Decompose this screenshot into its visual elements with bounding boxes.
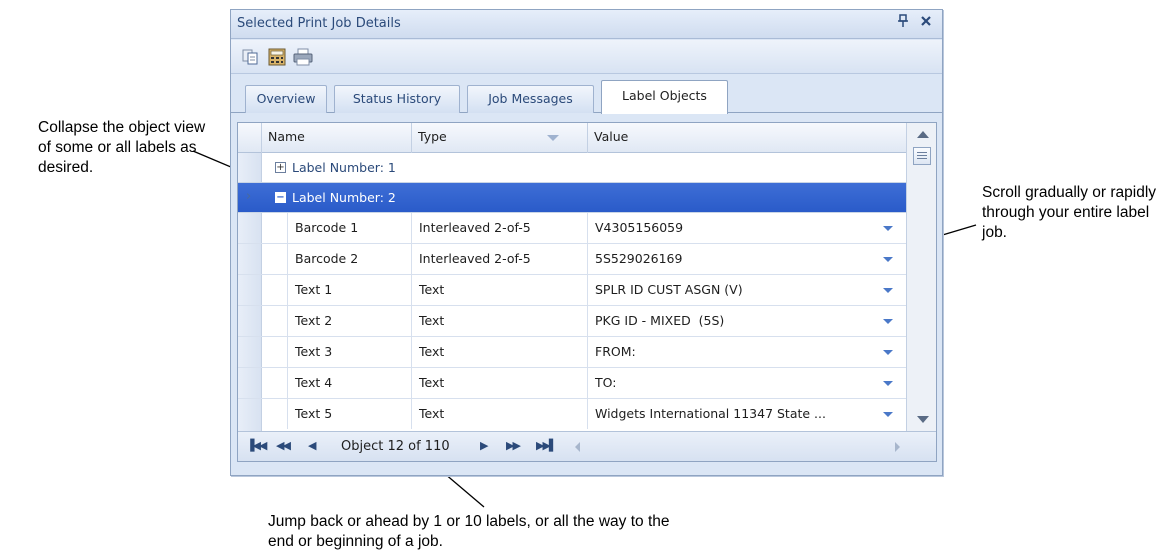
cell-value[interactable]: V4305156059 — [588, 213, 876, 243]
pin-icon[interactable] — [895, 14, 911, 32]
dropdown-arrow-icon[interactable] — [883, 319, 893, 324]
callout-collapse: Collapse the object view of some or all … — [38, 119, 206, 176]
record-position: Object 12 of 110 — [341, 439, 450, 454]
cell-type: Text — [412, 337, 588, 367]
scroll-up-icon[interactable] — [917, 131, 929, 138]
cell-value[interactable]: SPLR ID CUST ASGN (V) — [588, 275, 876, 305]
scroll-left-icon[interactable] — [575, 442, 580, 452]
cell-type: Text — [412, 275, 588, 305]
copy-icon[interactable] — [241, 48, 261, 66]
collapse-icon[interactable]: − — [275, 192, 286, 203]
cell-value[interactable]: FROM: — [588, 337, 876, 367]
scroll-down-icon[interactable] — [917, 416, 929, 423]
table-row[interactable]: Text 4 Text TO: — [238, 368, 906, 399]
indent-cell — [262, 213, 288, 243]
group-row-label-1[interactable]: + Label Number: 1 — [238, 153, 906, 183]
cell-value[interactable]: 5S529026169 — [588, 244, 876, 274]
row-indicator-icon: › — [246, 189, 252, 204]
cell-type: Text — [412, 306, 588, 336]
close-icon[interactable] — [918, 13, 934, 31]
group-row-label-2[interactable]: › − Label Number: 2 — [238, 183, 906, 213]
group-label: Label Number: 1 — [292, 160, 396, 175]
dropdown-arrow-icon[interactable] — [883, 226, 893, 231]
table-row[interactable]: Text 3 Text FROM: — [238, 337, 906, 368]
cell-type: Text — [412, 368, 588, 398]
cell-name: Barcode 2 — [288, 244, 412, 274]
callout-navigate: Jump back or ahead by 1 or 10 labels, or… — [268, 513, 670, 550]
next-page-icon[interactable]: ▶▶ — [506, 439, 521, 455]
table-row[interactable]: Text 5 Text Widgets International 11347 … — [238, 399, 906, 430]
calculator-icon[interactable] — [267, 48, 287, 66]
tab-label-objects[interactable]: Label Objects — [601, 80, 728, 114]
table-row[interactable]: Barcode 2 Interleaved 2-of-5 5S529026169 — [238, 244, 906, 275]
dropdown-arrow-icon[interactable] — [883, 257, 893, 262]
header-selector-cell — [238, 123, 262, 153]
column-header-type[interactable]: Type — [412, 123, 588, 153]
panel-titlebar: Selected Print Job Details — [231, 10, 942, 39]
cell-name: Text 1 — [288, 275, 412, 305]
vertical-scrollbar[interactable] — [906, 123, 936, 431]
cell-name: Text 2 — [288, 306, 412, 336]
dropdown-arrow-icon[interactable] — [883, 350, 893, 355]
first-record-icon[interactable]: ▐◀◀ — [246, 439, 267, 455]
cell-type: Interleaved 2-of-5 — [412, 244, 588, 274]
next-record-icon[interactable]: ▶ — [480, 439, 489, 455]
indent-cell — [262, 337, 288, 367]
cell-type: Interleaved 2-of-5 — [412, 213, 588, 243]
print-job-details-panel: Selected Print Job Details Overview Stat… — [230, 9, 943, 476]
tab-overview[interactable]: Overview — [245, 85, 327, 113]
prev-page-icon[interactable]: ◀◀ — [276, 439, 291, 455]
prev-record-icon[interactable]: ◀ — [308, 439, 317, 455]
column-header-type-label: Type — [418, 129, 447, 144]
indent-cell — [262, 306, 288, 336]
tab-status-history[interactable]: Status History — [334, 85, 460, 113]
cell-name: Text 5 — [288, 399, 412, 429]
indent-cell — [262, 244, 288, 274]
table-row[interactable]: Text 2 Text PKG ID - MIXED (5S) — [238, 306, 906, 337]
tab-strip: Overview Status History Job Messages Lab… — [231, 75, 942, 114]
horizontal-scrollbar[interactable] — [575, 439, 900, 455]
cell-name: Text 4 — [288, 368, 412, 398]
cell-value[interactable]: Widgets International 11347 State ... — [588, 399, 876, 429]
indent-cell — [262, 399, 288, 429]
group-label: Label Number: 2 — [292, 190, 396, 205]
table-row[interactable]: Text 1 Text SPLR ID CUST ASGN (V) — [238, 275, 906, 306]
dropdown-arrow-icon[interactable] — [883, 412, 893, 417]
column-header-value[interactable]: Value — [588, 123, 906, 153]
printer-icon[interactable] — [293, 48, 313, 66]
record-navigator: ▐◀◀ ◀◀ ◀ Object 12 of 110 ▶ ▶▶ ▶▶▌ — [238, 431, 936, 461]
toolbar — [231, 40, 942, 74]
dropdown-arrow-icon[interactable] — [883, 288, 893, 293]
indent-cell — [262, 275, 288, 305]
cell-type: Text — [412, 399, 588, 429]
indent-cell — [262, 368, 288, 398]
cell-name: Text 3 — [288, 337, 412, 367]
expand-icon[interactable]: + — [275, 162, 286, 173]
scroll-right-icon[interactable] — [895, 442, 900, 452]
sort-arrow-icon — [547, 135, 559, 141]
scroll-thumb[interactable] — [913, 147, 931, 165]
last-record-icon[interactable]: ▶▶▌ — [536, 439, 557, 455]
table-row[interactable]: Barcode 1 Interleaved 2-of-5 V4305156059 — [238, 213, 906, 244]
column-header-name[interactable]: Name — [262, 123, 412, 153]
tab-job-messages[interactable]: Job Messages — [467, 85, 594, 113]
cell-name: Barcode 1 — [288, 213, 412, 243]
callout-scroll: Scroll gradually or rapidly through your… — [982, 184, 1157, 241]
cell-value[interactable]: TO: — [588, 368, 876, 398]
grid-header: Name Type Value — [238, 123, 906, 153]
cell-value[interactable]: PKG ID - MIXED (5S) — [588, 306, 876, 336]
panel-title: Selected Print Job Details — [237, 16, 401, 31]
dropdown-arrow-icon[interactable] — [883, 381, 893, 386]
label-objects-grid: Name Type Value + Label Number: 1 › − La… — [237, 122, 937, 462]
